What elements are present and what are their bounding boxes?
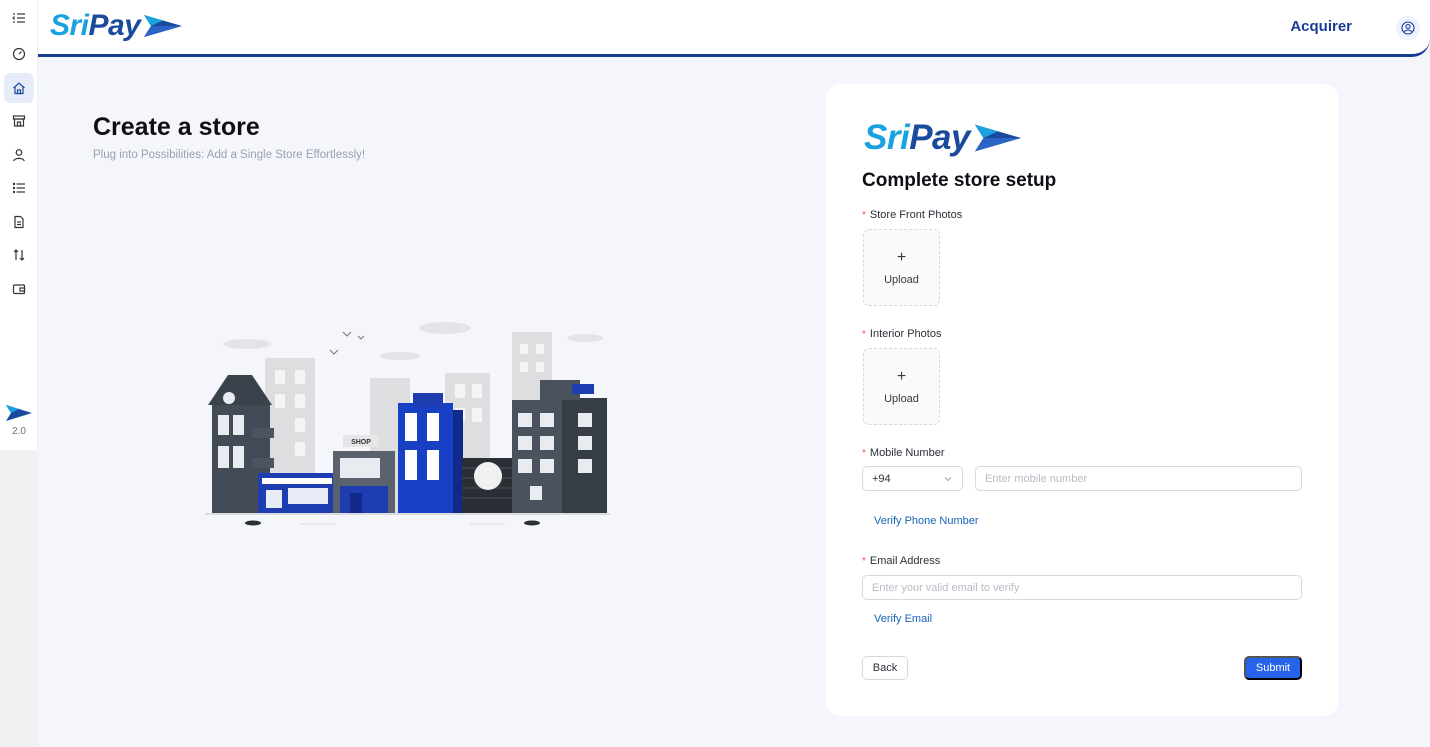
brand-name-pay: Pay <box>88 9 141 42</box>
store-front-upload-button[interactable]: + Upload <box>863 229 940 306</box>
country-code-value: +94 <box>872 472 891 485</box>
card-brand-name-pay: Pay <box>909 118 970 157</box>
card-brand-logo: SriPay <box>864 118 1024 158</box>
user-role-label[interactable]: Acquirer <box>1290 18 1352 35</box>
sidebar: 2.0 <box>0 0 38 450</box>
mobile-number-input[interactable]: Enter mobile number <box>975 466 1302 491</box>
page-title: Create a store <box>93 113 260 141</box>
upload-label: Upload <box>884 392 919 405</box>
user-circle-icon[interactable] <box>1396 16 1420 40</box>
page-subtitle: Plug into Possibilities: Add a Single St… <box>93 149 366 161</box>
plus-icon: + <box>896 248 907 266</box>
required-asterisk: * <box>862 556 866 567</box>
upload-label: Upload <box>884 273 919 286</box>
required-asterisk: * <box>862 210 866 221</box>
dashboard-icon[interactable] <box>4 39 34 69</box>
verify-phone-link[interactable]: Verify Phone Number <box>874 515 979 527</box>
version-label: 2.0 <box>12 426 26 437</box>
brand-logo[interactable]: SriPay <box>50 9 184 43</box>
form-title: Complete store setup <box>862 170 1057 191</box>
list-icon[interactable] <box>4 173 34 203</box>
transfer-icon[interactable] <box>4 240 34 270</box>
brand-name-sri: Sri <box>50 9 89 42</box>
store-setup-card: SriPay Complete store setup * Store Front… <box>826 84 1338 716</box>
email-address-label: * Email Address <box>862 555 941 567</box>
country-code-select[interactable]: +94 <box>862 466 963 491</box>
email-input[interactable]: Enter your valid email to verify <box>862 575 1302 600</box>
submit-button[interactable]: Submit <box>1244 656 1302 680</box>
chevron-down-icon <box>944 476 952 481</box>
back-button[interactable]: Back <box>862 656 908 680</box>
interior-photos-label: * Interior Photos <box>862 328 942 340</box>
wallet-icon[interactable] <box>4 274 34 304</box>
verify-email-link[interactable]: Verify Email <box>874 613 932 625</box>
required-asterisk: * <box>862 329 866 340</box>
card-brand-name-sri: Sri <box>864 118 910 157</box>
top-header: SriPay Acquirer <box>38 0 1430 57</box>
sripay-logo-icon <box>6 405 32 421</box>
card-brand-arrow-icon <box>974 124 1022 152</box>
interior-upload-button[interactable]: + Upload <box>863 348 940 425</box>
home-icon[interactable] <box>4 73 34 103</box>
mobile-number-label: * Mobile Number <box>862 447 945 459</box>
store-icon[interactable] <box>4 106 34 136</box>
document-icon[interactable] <box>4 207 34 237</box>
brand-arrow-icon <box>144 15 183 37</box>
user-icon[interactable] <box>4 140 34 170</box>
menu-fold-icon[interactable] <box>4 3 34 33</box>
store-front-photos-label: * Store Front Photos <box>862 209 963 221</box>
city-store-illustration: SHOP <box>205 322 610 526</box>
plus-icon: + <box>896 367 907 385</box>
sidebar-footer-area <box>0 450 38 747</box>
shop-sign: SHOP <box>351 439 371 446</box>
required-asterisk: * <box>862 448 866 459</box>
